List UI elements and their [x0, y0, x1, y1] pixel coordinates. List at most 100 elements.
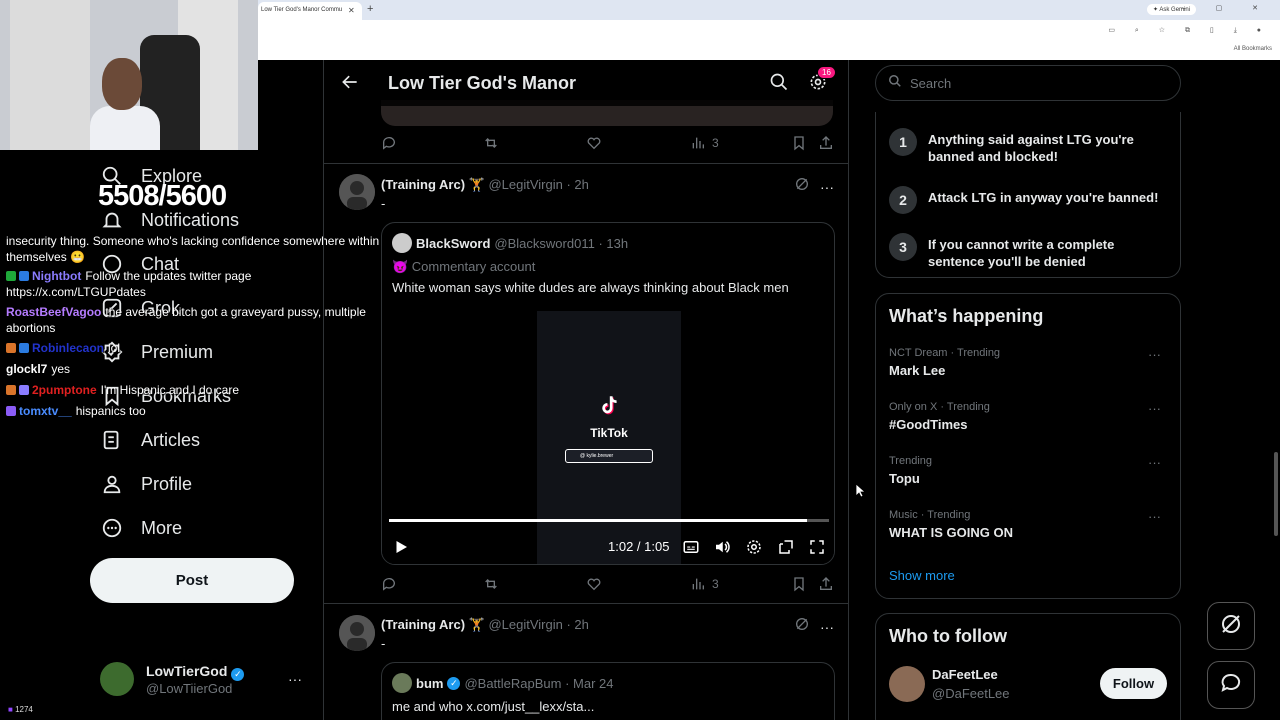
- video-progress-bar[interactable]: [389, 519, 829, 522]
- rule-item: 2 Attack LTG in anyway you're banned!: [889, 186, 1168, 214]
- grok-icon[interactable]: [794, 176, 810, 197]
- views-stat[interactable]: 3: [690, 576, 719, 592]
- prime-badge-icon: [19, 343, 29, 353]
- trend-item[interactable]: Only on X · Trending #GoodTimes ···: [889, 401, 1169, 432]
- post-time[interactable]: · 2h: [566, 617, 588, 632]
- repost-icon[interactable]: [483, 135, 499, 151]
- bookmark-icon[interactable]: [791, 576, 807, 592]
- post-handle[interactable]: @LegitVirgin: [488, 177, 562, 192]
- avatar: [392, 673, 412, 693]
- more-icon[interactable]: ···: [1148, 401, 1161, 416]
- post-author[interactable]: (Training Arc) 🏋: [381, 617, 485, 632]
- tab-close-icon[interactable]: ✕: [348, 6, 355, 15]
- browser-tab[interactable]: Low Tier God's Manor Commu ✕: [258, 2, 362, 20]
- trend-item[interactable]: Trending Topu ···: [889, 455, 1169, 486]
- article-icon: [100, 428, 124, 452]
- mod-badge-icon: [6, 271, 16, 281]
- repost-icon[interactable]: [483, 576, 499, 592]
- account-switcher[interactable]: LowTierGod ✓ @LowTiierGod: [100, 662, 245, 696]
- more-icon[interactable]: ···: [820, 179, 834, 195]
- messages-fab[interactable]: [1207, 661, 1255, 709]
- reply-icon[interactable]: [381, 576, 397, 592]
- divider: [324, 603, 848, 604]
- verified-badge-icon: ✓: [447, 676, 461, 690]
- community-rules: 1 Anything said against LTG you're banned…: [875, 112, 1181, 278]
- nav-more[interactable]: More: [100, 516, 182, 540]
- post-header: (Training Arc) 🏋 @LegitVirgin · 2h: [381, 617, 589, 633]
- quote-handle: @BattleRapBum: [464, 675, 562, 691]
- all-bookmarks-link[interactable]: All Bookmarks: [1234, 46, 1272, 52]
- trend-item[interactable]: Music · Trending WHAT IS GOING ON ···: [889, 509, 1169, 540]
- follow-name[interactable]: DaFeetLee: [932, 667, 998, 682]
- nav-profile[interactable]: Profile: [100, 472, 192, 496]
- captions-icon[interactable]: [682, 538, 700, 561]
- account-name: LowTierGod: [146, 662, 228, 679]
- avatar[interactable]: [339, 174, 375, 210]
- post-author[interactable]: (Training Arc) 🏋: [381, 177, 485, 192]
- avatar[interactable]: [339, 615, 375, 651]
- share-icon[interactable]: [818, 135, 834, 151]
- quote-author: bum: [416, 675, 444, 691]
- scroll-thumb[interactable]: [1274, 452, 1278, 536]
- address-bar[interactable]: ▭ ⌕ ☆ ⧉ ▯ ⤓ ●: [258, 20, 1280, 42]
- more-icon[interactable]: ···: [820, 619, 834, 635]
- quoted-post[interactable]: BlackSword @Blacksword011 · 13h 😈 Commen…: [381, 222, 835, 565]
- account-more-icon[interactable]: ···: [288, 671, 302, 687]
- grok-icon: [1219, 612, 1243, 641]
- tiktok-wordmark: TikTok: [590, 426, 628, 440]
- video-time: 1:02 / 1:05: [608, 539, 670, 554]
- volume-icon[interactable]: [713, 538, 731, 561]
- search-input[interactable]: [910, 75, 1150, 91]
- video-player[interactable]: TikTok @ kylie.brewer 1:02 / 1:05: [382, 311, 834, 564]
- post-button[interactable]: Post: [90, 558, 294, 603]
- like-icon[interactable]: [586, 576, 602, 592]
- reply-icon[interactable]: [381, 135, 397, 151]
- account-handle: @LowTiierGod: [146, 680, 233, 696]
- divider: [324, 163, 848, 164]
- page-scrollbar[interactable]: [1272, 60, 1280, 720]
- trend-item[interactable]: NCT Dream · Trending Mark Lee ···: [889, 347, 1169, 378]
- follow-button[interactable]: Follow: [1100, 668, 1167, 699]
- follow-handle[interactable]: @DaFeetLee: [932, 686, 1010, 701]
- like-icon[interactable]: [586, 135, 602, 151]
- account-name-row: LowTierGod ✓: [146, 662, 245, 681]
- trend-topic: Mark Lee: [889, 363, 946, 378]
- notification-count-badge: 16: [817, 66, 836, 79]
- more-icon[interactable]: ···: [1148, 509, 1161, 524]
- more-icon[interactable]: ···: [1148, 455, 1161, 470]
- quoted-post[interactable]: bum ✓ @BattleRapBum · Mar 24 me and who x…: [381, 662, 835, 720]
- search-bar[interactable]: [875, 65, 1181, 101]
- post-time[interactable]: · 2h: [566, 177, 588, 192]
- post-handle[interactable]: @LegitVirgin: [488, 617, 562, 632]
- chat-text: yes: [51, 362, 71, 376]
- window-controls[interactable]: – ▢ ✕: [1182, 4, 1272, 12]
- bookmark-icon[interactable]: [791, 135, 807, 151]
- fullscreen-icon[interactable]: [808, 538, 826, 561]
- post-text: -: [381, 196, 386, 211]
- search-icon[interactable]: [769, 72, 789, 97]
- quote-header: BlackSword @Blacksword011 · 13h: [392, 233, 628, 253]
- rule-text: Anything said against LTG you're banned …: [928, 132, 1134, 164]
- views-stat[interactable]: 3: [690, 135, 719, 151]
- settings-icon[interactable]: [745, 538, 763, 561]
- share-icon[interactable]: [818, 576, 834, 592]
- views-count: 3: [712, 136, 719, 150]
- new-tab-icon[interactable]: +: [367, 3, 373, 15]
- grok-icon[interactable]: [794, 616, 810, 637]
- nav-articles[interactable]: Articles: [100, 428, 200, 452]
- back-arrow-icon[interactable]: [340, 72, 360, 97]
- more-icon[interactable]: ···: [1148, 347, 1161, 362]
- video-progress-fill: [389, 519, 807, 522]
- verified-badge-icon: ✓: [231, 667, 245, 681]
- viewer-count: ■ 1274: [8, 705, 33, 714]
- community-header: Low Tier God's Manor 16: [324, 60, 848, 106]
- avatar[interactable]: [889, 666, 925, 702]
- toolbar-icons[interactable]: ▭ ⌕ ☆ ⧉ ▯ ⤓ ●: [1108, 26, 1270, 35]
- chat-icon: [1219, 671, 1243, 700]
- pip-icon[interactable]: [777, 538, 795, 561]
- post-actions: 3: [381, 576, 833, 596]
- play-icon[interactable]: [392, 538, 410, 561]
- show-more-link[interactable]: Show more: [889, 568, 955, 583]
- views-count: 3: [712, 577, 719, 591]
- grok-fab[interactable]: [1207, 602, 1255, 650]
